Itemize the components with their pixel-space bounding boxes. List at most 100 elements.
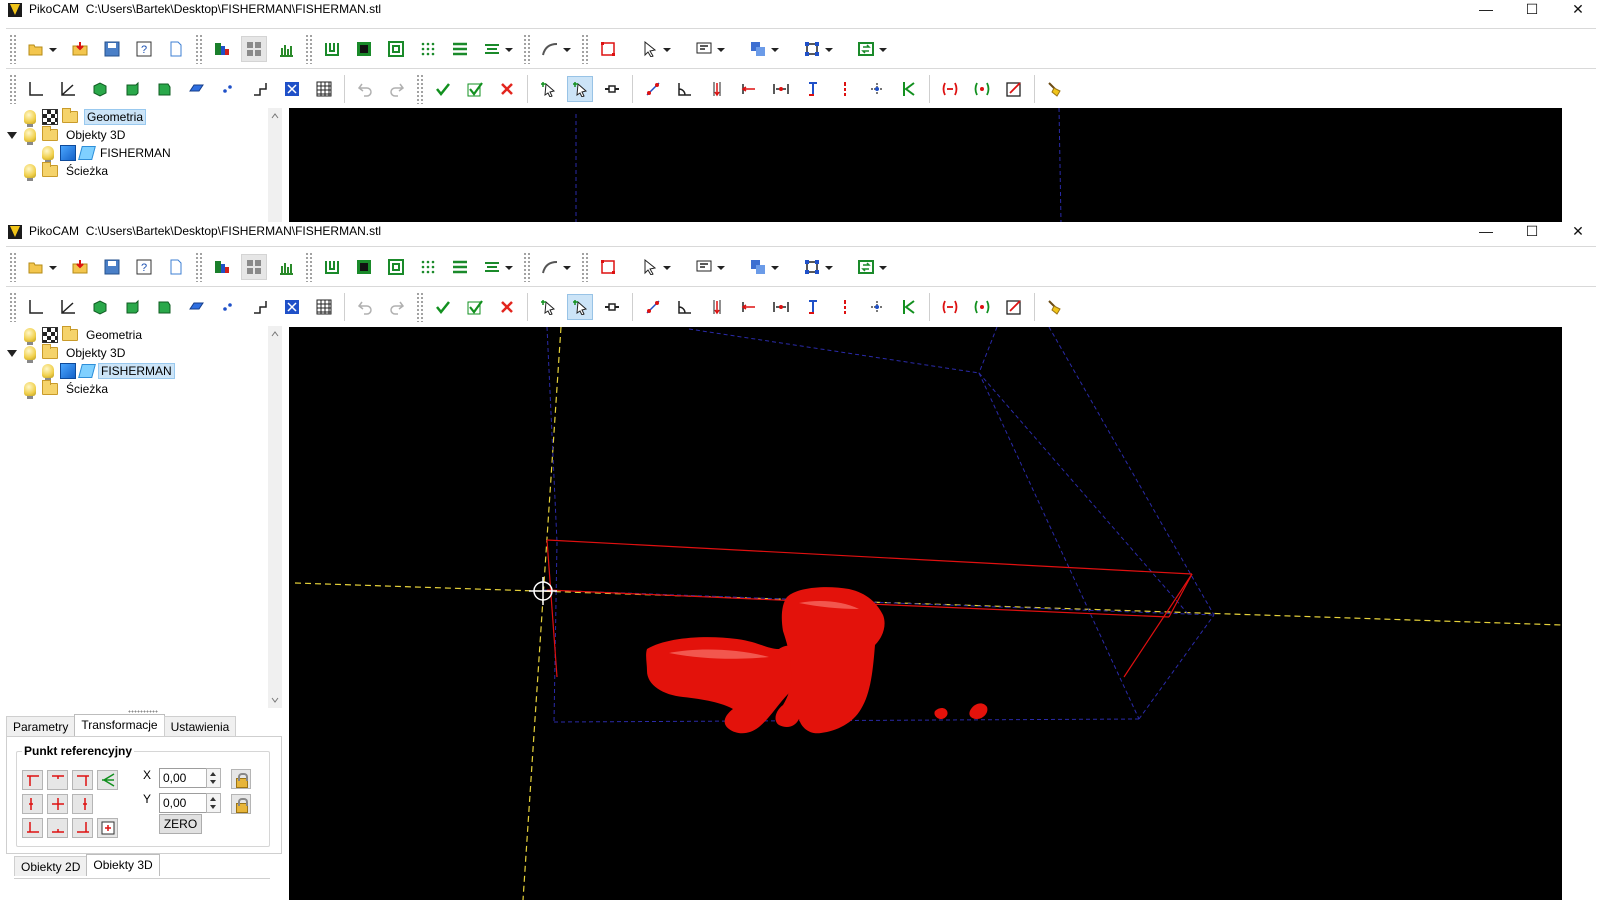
bounding-box-button[interactable] [595,254,621,280]
axis-button[interactable] [23,294,49,320]
tree-node-geometria[interactable]: Geometria [6,326,268,345]
x-spinner[interactable] [206,768,221,788]
cancel-button[interactable] [494,294,520,320]
visibility-bulb-icon[interactable] [24,328,36,345]
undo-button[interactable] [352,76,378,102]
boolean-button[interactable] [745,254,783,280]
tab-obiekty-3d[interactable]: Obiekty 3D [86,854,160,876]
redo-button[interactable] [384,294,410,320]
tree-scrollbar[interactable] [268,326,282,708]
nodes-button[interactable] [799,254,837,280]
ref-custom-button[interactable] [97,770,118,790]
tree-node-objekty-3d[interactable]: Objekty 3D [6,126,268,145]
select-tool-button[interactable] [637,254,675,280]
axis-rotate-button[interactable] [55,294,81,320]
k-tool-button[interactable] [896,294,922,320]
tab-transformacje[interactable]: Transformacje [74,714,165,736]
align-button[interactable] [864,76,890,102]
parallel-button[interactable] [447,36,473,62]
distance-button[interactable] [768,294,794,320]
select-snap-button[interactable] [567,293,593,320]
tab-obiekty-2d[interactable]: Obiekty 2D [14,856,88,876]
tree-node-objekty-3d[interactable]: Objekty 3D [6,344,268,363]
view-front-button[interactable] [119,76,145,102]
expand-arrow-icon[interactable] [6,129,18,141]
view-side-button[interactable] [151,76,177,102]
x-lock-button[interactable] [231,769,251,789]
resize-button[interactable] [1001,76,1027,102]
waterline-button[interactable] [479,254,517,280]
ref-top-right-button[interactable] [72,770,93,790]
pocket-button[interactable] [351,254,377,280]
select-point-button[interactable] [535,76,561,102]
angle-button[interactable] [672,76,698,102]
grid-toggle-button[interactable] [311,76,337,102]
horizontal-dim-button[interactable] [736,294,762,320]
title-bar[interactable]: PikoCAM C:\Users\Bartek\Desktop\FISHERMA… [0,222,1600,246]
bounding-box-button[interactable] [595,36,621,62]
select-point-button[interactable] [535,294,561,320]
grid-toggle-button[interactable] [311,294,337,320]
node-edit-button[interactable] [599,294,625,320]
clean-button[interactable] [1042,76,1068,102]
select-snap-button[interactable] [567,75,593,102]
axis-rotate-button[interactable] [55,76,81,102]
panel-splitter[interactable] [128,710,158,713]
accept-button[interactable] [430,294,456,320]
select-tool-button[interactable] [637,36,675,62]
text-tool-button[interactable] [691,254,729,280]
view-side-button[interactable] [151,294,177,320]
visibility-bulb-icon[interactable] [24,164,36,181]
y-spinner[interactable] [206,793,221,813]
accept-all-button[interactable] [462,76,488,102]
horizontal-dim-button[interactable] [736,76,762,102]
mirror-button[interactable] [937,294,963,320]
toolbar-grip[interactable] [9,33,17,64]
accept-all-button[interactable] [462,294,488,320]
ref-middle-right-button[interactable] [72,794,93,814]
mirror-button[interactable] [937,76,963,102]
expand-arrow-icon[interactable] [6,347,18,359]
minimize-button[interactable]: — [1463,222,1509,244]
offset-button[interactable] [383,254,409,280]
visibility-bulb-icon[interactable] [24,128,36,145]
view-top-button[interactable] [183,294,209,320]
grid-view-button[interactable] [241,253,267,280]
x-input[interactable]: 0,00 [159,768,207,788]
split-button[interactable] [832,294,858,320]
scroll-up-icon[interactable] [271,330,279,338]
parallel-button[interactable] [447,254,473,280]
import-button[interactable] [67,36,93,62]
redo-button[interactable] [384,76,410,102]
view-iso-button[interactable] [87,294,113,320]
tree-node-fisherman[interactable]: FISHERMAN [6,144,268,163]
step-button[interactable] [247,76,273,102]
undo-button[interactable] [352,294,378,320]
visibility-bulb-icon[interactable] [24,346,36,363]
viewport-canvas[interactable] [289,107,1562,222]
zero-button[interactable]: ZERO [159,814,202,834]
zoom-fit-button[interactable] [279,294,305,320]
refresh-button[interactable] [853,36,891,62]
tree-node-sciezka[interactable]: Ścieżka [6,380,268,399]
import-button[interactable] [67,254,93,280]
3d-viewport[interactable] [289,326,1563,900]
ref-middle-left-button[interactable] [22,794,43,814]
new-document-button[interactable] [163,254,189,280]
close-button[interactable]: ✕ [1555,222,1600,244]
profile-button[interactable] [319,254,345,280]
new-document-button[interactable] [163,36,189,62]
view-front-button[interactable] [119,294,145,320]
tree-scrollbar[interactable] [268,108,282,222]
help-button[interactable]: ? [131,36,157,62]
colors-button[interactable] [209,254,235,280]
pocket-button[interactable] [351,36,377,62]
viewport-canvas[interactable] [289,326,1563,900]
angle-button[interactable] [672,294,698,320]
visibility-bulb-icon[interactable] [42,146,54,163]
save-button[interactable] [99,254,125,280]
vertical-dim-button[interactable] [704,294,730,320]
tab-ustawienia[interactable]: Ustawienia [163,716,237,736]
clean-button[interactable] [1042,294,1068,320]
visibility-bulb-icon[interactable] [24,382,36,399]
